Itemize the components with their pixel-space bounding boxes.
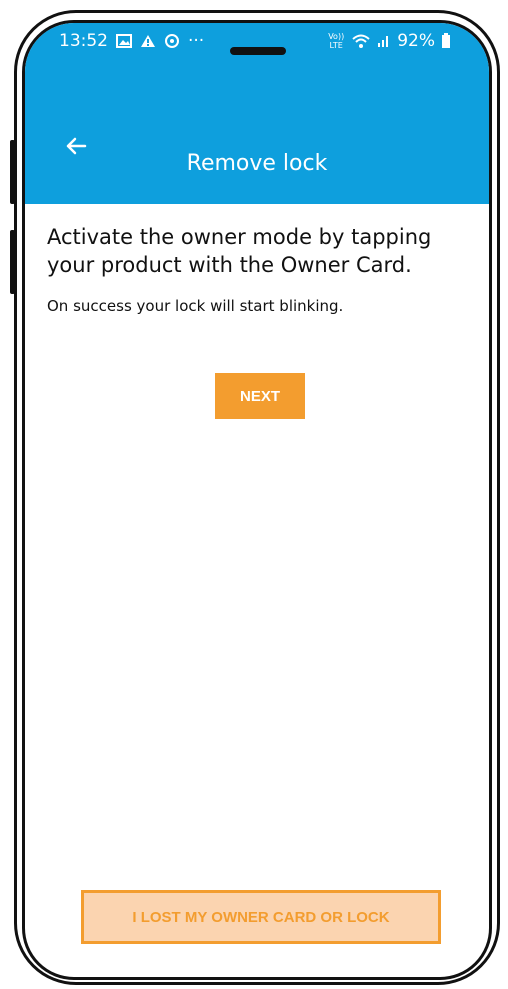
battery-percent: 92%	[397, 31, 435, 51]
warning-icon	[141, 35, 155, 47]
next-button[interactable]: NEXT	[215, 373, 305, 419]
wifi-icon	[352, 34, 370, 48]
image-icon	[116, 34, 132, 48]
battery-icon	[442, 33, 450, 48]
speaker-slit	[230, 47, 286, 55]
instruction-heading: Activate the owner mode by tapping your …	[47, 225, 432, 277]
volte-icon: Vo)) LTE	[328, 32, 345, 50]
status-left: 13:52 ···	[59, 31, 204, 51]
phone-screen: 13:52 ··· Vo)) LTE 92% Remove lock Activ…	[22, 20, 492, 980]
sync-icon	[165, 34, 179, 48]
page-title: Remove lock	[186, 151, 328, 176]
lost-owner-card-button[interactable]: I LOST MY OWNER CARD OR LOCK	[81, 890, 441, 944]
phone-side-button	[10, 140, 15, 204]
status-time: 13:52	[59, 31, 108, 51]
app-bar	[25, 73, 489, 204]
app-screen: 13:52 ··· Vo)) LTE 92% Remove lock Activ…	[25, 23, 489, 977]
instruction-subtext: On success your lock will start blinking…	[47, 297, 344, 315]
signal-icon	[378, 36, 389, 47]
phone-side-button	[10, 230, 15, 294]
status-bar: 13:52 ··· Vo)) LTE 92%	[25, 23, 489, 73]
status-right: Vo)) LTE 92%	[327, 31, 451, 51]
more-dots-icon: ···	[188, 31, 205, 51]
instructions: Activate the owner mode by tapping your …	[47, 223, 467, 315]
